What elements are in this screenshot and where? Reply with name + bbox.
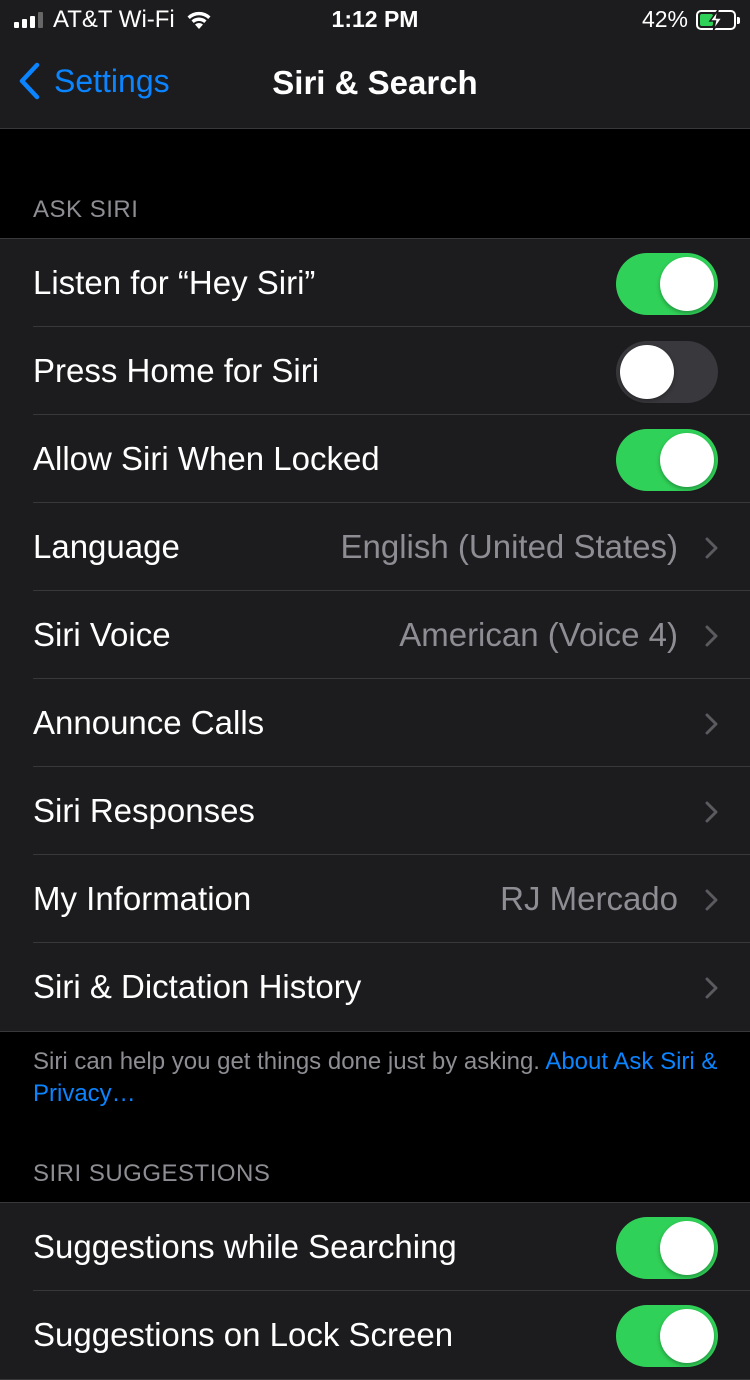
- ask-siri-group: Listen for “Hey Siri” Press Home for Siri…: [0, 238, 750, 1032]
- clock: 1:12 PM: [331, 6, 419, 32]
- row-label: Siri Voice: [33, 616, 171, 653]
- settings-row-allow-siri-when-locked: Allow Siri When Locked: [0, 415, 750, 503]
- settings-row-language[interactable]: Language English (United States): [0, 503, 750, 591]
- row-label: Suggestions on Lock Screen: [33, 1316, 454, 1353]
- toggle-knob: [660, 1309, 714, 1363]
- bolt-icon: [708, 9, 724, 30]
- allow-siri-when-locked-toggle[interactable]: [616, 429, 718, 491]
- battery-area: 42%: [641, 6, 740, 33]
- section-header-ask-siri: ASK SIRI: [33, 196, 139, 223]
- ask-siri-footer: Siri can help you get things done just b…: [33, 1046, 723, 1110]
- row-label: Listen for “Hey Siri”: [33, 264, 316, 301]
- row-label: Siri Responses: [33, 792, 255, 829]
- chevron-right-icon: [705, 625, 718, 647]
- settings-row-suggestions-while-searching: Suggestions while Searching: [0, 1203, 750, 1291]
- row-label: My Information: [33, 880, 252, 917]
- row-value: English (United States): [340, 528, 679, 565]
- chevron-right-icon: [705, 977, 718, 999]
- press-home-for-siri-toggle[interactable]: [616, 341, 718, 403]
- settings-row-siri-dictation-history[interactable]: Siri & Dictation History: [0, 943, 750, 1031]
- chevron-right-icon: [705, 889, 718, 911]
- settings-row-my-information[interactable]: My Information RJ Mercado: [0, 855, 750, 943]
- battery-nub: [737, 16, 740, 24]
- suggestions-on-lock-screen-toggle[interactable]: [616, 1305, 718, 1367]
- row-value: American (Voice 4): [399, 616, 678, 653]
- suggestions-while-searching-toggle[interactable]: [616, 1217, 718, 1279]
- section-header-siri-suggestions: SIRI SUGGESTIONS: [33, 1160, 271, 1187]
- toggle-knob: [660, 433, 714, 487]
- navigation-bar: Settings Siri & Search: [0, 40, 750, 129]
- row-label: Language: [33, 528, 180, 565]
- battery-percent: 42%: [641, 6, 688, 32]
- row-label: Press Home for Siri: [33, 352, 320, 389]
- siri-suggestions-group: Suggestions while Searching Suggestions o…: [0, 1202, 750, 1380]
- toggle-knob: [660, 257, 714, 311]
- toggle-knob: [620, 345, 674, 399]
- settings-row-suggestions-on-lock-screen: Suggestions on Lock Screen: [0, 1291, 750, 1379]
- row-label: Suggestions while Searching: [33, 1228, 457, 1265]
- row-label: Siri & Dictation History: [33, 968, 362, 1005]
- settings-row-siri-responses[interactable]: Siri Responses: [0, 767, 750, 855]
- footer-text: Siri can help you get things done just b…: [33, 1048, 546, 1075]
- row-label: Allow Siri When Locked: [33, 440, 380, 477]
- row-label: Announce Calls: [33, 704, 265, 741]
- chevron-right-icon: [705, 713, 718, 735]
- page-title: Siri & Search: [272, 64, 478, 101]
- settings-row-siri-voice[interactable]: Siri Voice American (Voice 4): [0, 591, 750, 679]
- row-value: RJ Mercado: [500, 880, 678, 917]
- settings-row-listen-for-hey-siri: Listen for “Hey Siri”: [0, 239, 750, 327]
- chevron-right-icon: [705, 801, 718, 823]
- chevron-right-icon: [705, 537, 718, 559]
- battery-charging-icon: [696, 9, 740, 30]
- settings-row-announce-calls[interactable]: Announce Calls: [0, 679, 750, 767]
- listen-for-hey-siri-toggle[interactable]: [616, 253, 718, 315]
- status-bar: AT&T Wi-Fi 1:12 PM 42%: [0, 0, 750, 40]
- settings-row-press-home-for-siri: Press Home for Siri: [0, 327, 750, 415]
- toggle-knob: [660, 1221, 714, 1275]
